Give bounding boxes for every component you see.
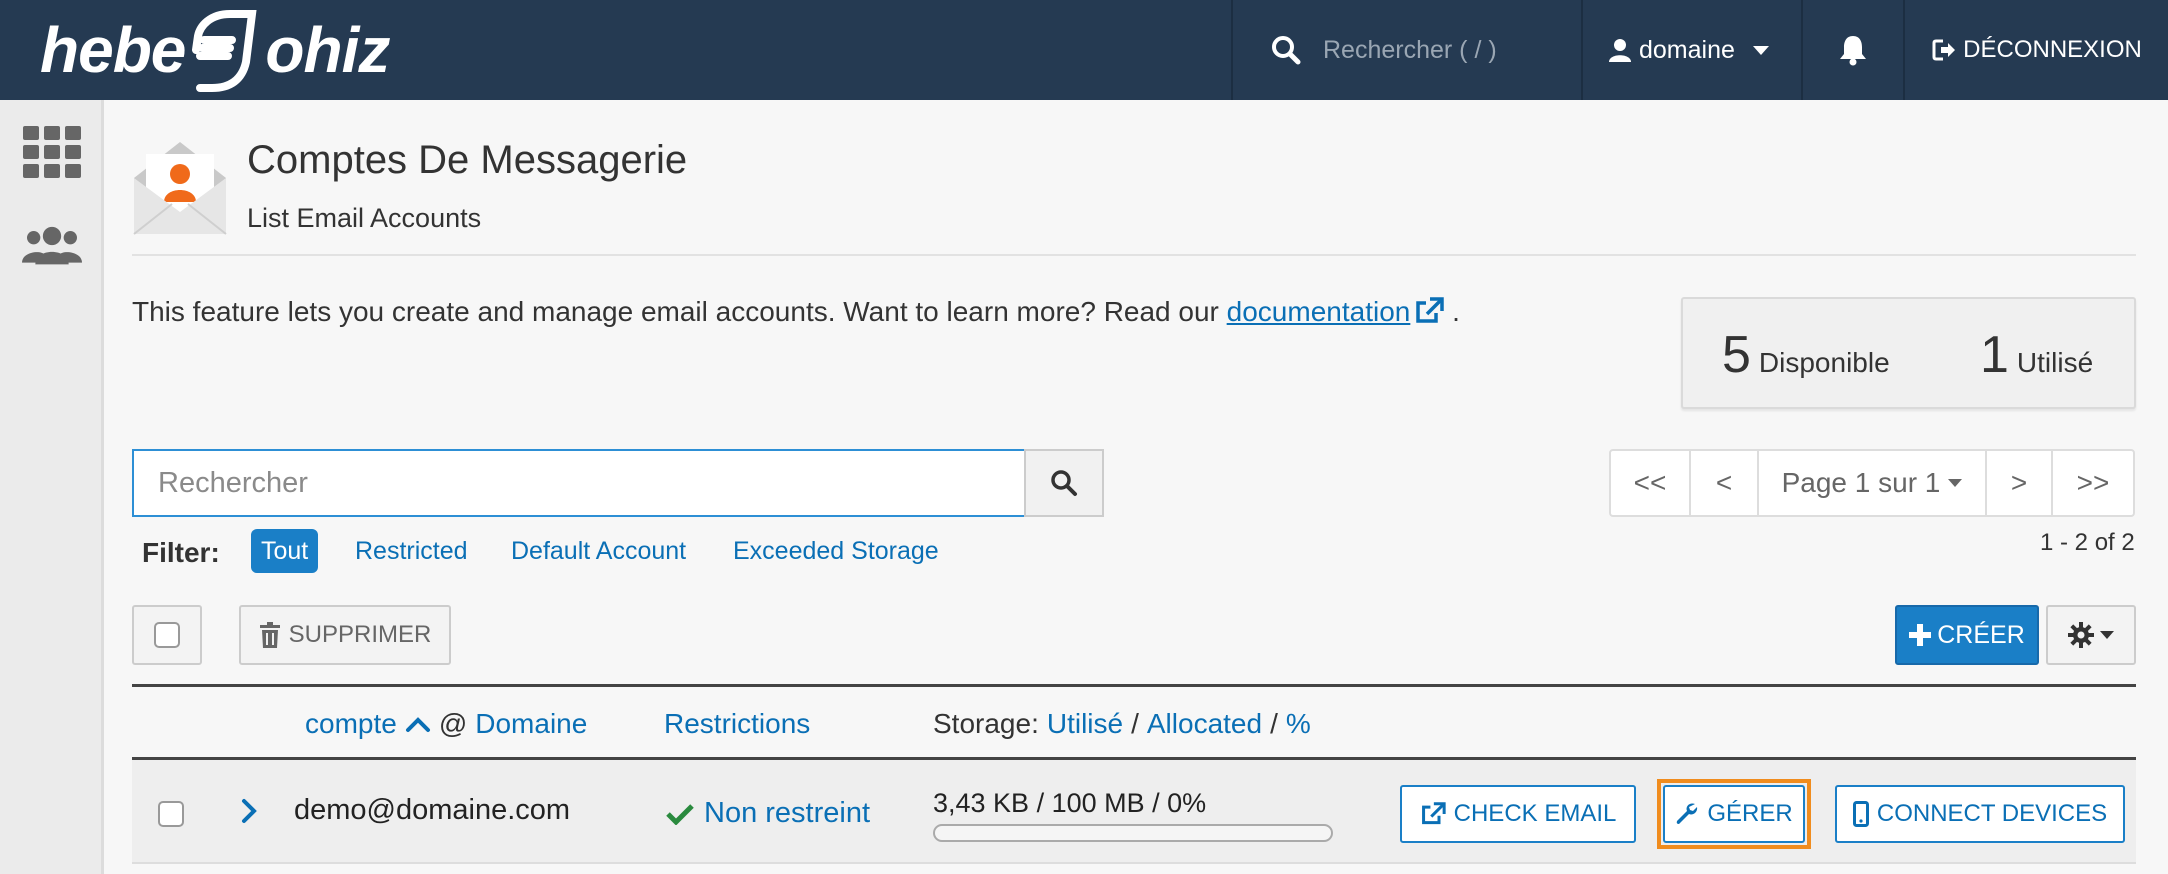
notifications-button[interactable]: [1803, 0, 1903, 100]
filter-all[interactable]: Tout: [251, 529, 319, 573]
page-select[interactable]: Page 1 sur 1: [1759, 451, 1987, 515]
sort-used[interactable]: Utilisé: [1047, 708, 1123, 740]
page-first-label: <<: [1633, 467, 1667, 498]
account-stats-panel: 5 Disponible 1 Utilisé: [1681, 297, 2136, 409]
plus-icon: [1909, 624, 1932, 646]
account-search-button[interactable]: [1024, 449, 1104, 517]
page-prev-label: <: [1715, 467, 1733, 498]
top-navbar: hebe ohiz Rechercher ( / ) domaine DÉCON…: [0, 0, 2168, 100]
select-all-checkbox[interactable]: [154, 622, 180, 648]
global-search[interactable]: Rechercher ( / ): [1233, 0, 1581, 100]
manage-button-highlight: [1657, 779, 1811, 849]
users-group-icon[interactable]: [22, 216, 82, 276]
logout-button[interactable]: DÉCONNEXION: [1905, 0, 2168, 100]
logout-icon: [1932, 39, 1956, 61]
page-first-button[interactable]: <<: [1611, 451, 1691, 515]
email-accounts-icon: [132, 138, 228, 236]
filter-default-account[interactable]: Default Account: [511, 529, 686, 573]
storage-separator: /: [1270, 708, 1278, 739]
results-count: 1 - 2 of 2: [2040, 529, 2135, 556]
page-select-label: Page 1 sur 1: [1781, 467, 1941, 498]
sort-allocated[interactable]: Allocated: [1147, 708, 1262, 740]
restriction-status: Non restreint: [666, 797, 870, 830]
intro-body: This feature lets you create and manage …: [132, 296, 1227, 327]
page-title: Comptes De Messagerie: [247, 138, 688, 182]
page-next-label: >: [2010, 467, 2028, 498]
sort-percent[interactable]: %: [1286, 708, 1311, 740]
logo-mark-icon: [189, 10, 261, 92]
restrictions-header-label: Restrictions: [664, 708, 811, 739]
caret-down-icon: [2100, 631, 2114, 639]
sort-domain[interactable]: Domaine: [475, 708, 587, 740]
divider: [132, 254, 2136, 256]
username: domaine: [1639, 35, 1735, 64]
delete-button[interactable]: SUPPRIMER: [239, 605, 451, 665]
external-link-icon[interactable]: [1414, 297, 1445, 332]
storage-header-label: Storage:: [933, 708, 1039, 739]
gear-icon: [2068, 622, 2094, 648]
table-top-border: [132, 684, 2136, 687]
restriction-label: Non restreint: [704, 797, 871, 829]
search-icon: [1272, 36, 1301, 65]
available-label: Disponible: [1758, 347, 1890, 378]
select-all-button[interactable]: [132, 605, 202, 665]
table-header-storage: Storage: Utilisé / Allocated / %: [933, 708, 1311, 740]
used-label: Utilisé: [2016, 347, 2094, 378]
stat-used: 1 Utilisé: [1980, 325, 2093, 385]
intro-suffix: .: [1452, 296, 1460, 327]
connect-devices-label: CONNECT DEVICES: [1876, 800, 2108, 827]
search-icon: [1051, 470, 1077, 496]
sort-account[interactable]: compte: [305, 708, 397, 740]
available-count: 5: [1722, 326, 1751, 384]
table-header-restrictions[interactable]: Restrictions: [664, 708, 810, 740]
storage-progress-bar: [933, 824, 1333, 842]
page-last-label: >>: [2076, 467, 2110, 498]
page-last-button[interactable]: >>: [2053, 451, 2133, 515]
settings-dropdown-button[interactable]: [2046, 605, 2136, 665]
create-label: CRÉER: [1937, 620, 2025, 649]
external-link-icon: [1421, 802, 1446, 825]
pagination: << < Page 1 sur 1 > >>: [1609, 449, 2135, 517]
chevron-right-icon[interactable]: [240, 797, 258, 830]
at-separator: @: [438, 708, 468, 739]
mobile-device-icon: [1852, 801, 1869, 827]
storage-separator: /: [1131, 708, 1139, 739]
page-next-button[interactable]: >: [1987, 451, 2053, 515]
create-button[interactable]: CRÉER: [1895, 605, 2039, 665]
user-menu[interactable]: domaine: [1583, 0, 1801, 100]
storage-usage: 3,43 KB / 100 MB / 0%: [933, 788, 1207, 818]
filter-label: Filter:: [142, 537, 220, 568]
global-search-placeholder: Rechercher ( / ): [1323, 35, 1497, 64]
logo-text-left: hebe: [40, 14, 186, 86]
page-prev-button[interactable]: <: [1691, 451, 1759, 515]
row-checkbox[interactable]: [158, 801, 184, 827]
check-email-button[interactable]: CHECK EMAIL: [1400, 785, 1636, 843]
account-search-placeholder: Rechercher: [158, 466, 308, 499]
delete-label: SUPPRIMER: [288, 621, 432, 648]
chevron-down-icon: [1752, 45, 1769, 55]
user-icon: [1609, 39, 1631, 62]
trash-icon: [259, 622, 280, 648]
apps-grid-icon[interactable]: [22, 122, 82, 182]
logout-label: DÉCONNEXION: [1963, 36, 2142, 63]
bell-icon: [1840, 36, 1866, 66]
caret-down-icon: [1948, 479, 1963, 487]
used-count: 1: [1980, 326, 2009, 384]
connect-devices-button[interactable]: CONNECT DEVICES: [1835, 785, 2125, 843]
sort-ascending-icon[interactable]: [405, 715, 431, 733]
documentation-link[interactable]: documentation: [1227, 296, 1411, 327]
logo-text-right: ohiz: [265, 14, 390, 86]
account-email: demo@domaine.com: [294, 794, 571, 826]
left-rail: [0, 100, 104, 874]
page-subtitle: List Email Accounts: [247, 203, 482, 233]
stat-available: 5 Disponible: [1722, 325, 1890, 385]
table-header-account: compte @ Domaine: [305, 708, 587, 740]
check-icon: [666, 803, 694, 825]
account-search-input[interactable]: Rechercher: [132, 449, 1026, 517]
intro-text: This feature lets you create and manage …: [132, 296, 1460, 332]
brand-logo[interactable]: hebe ohiz: [40, 0, 390, 100]
filter-exceeded-storage[interactable]: Exceeded Storage: [733, 529, 939, 573]
filter-restricted[interactable]: Restricted: [355, 529, 468, 573]
check-email-label: CHECK EMAIL: [1453, 800, 1617, 827]
